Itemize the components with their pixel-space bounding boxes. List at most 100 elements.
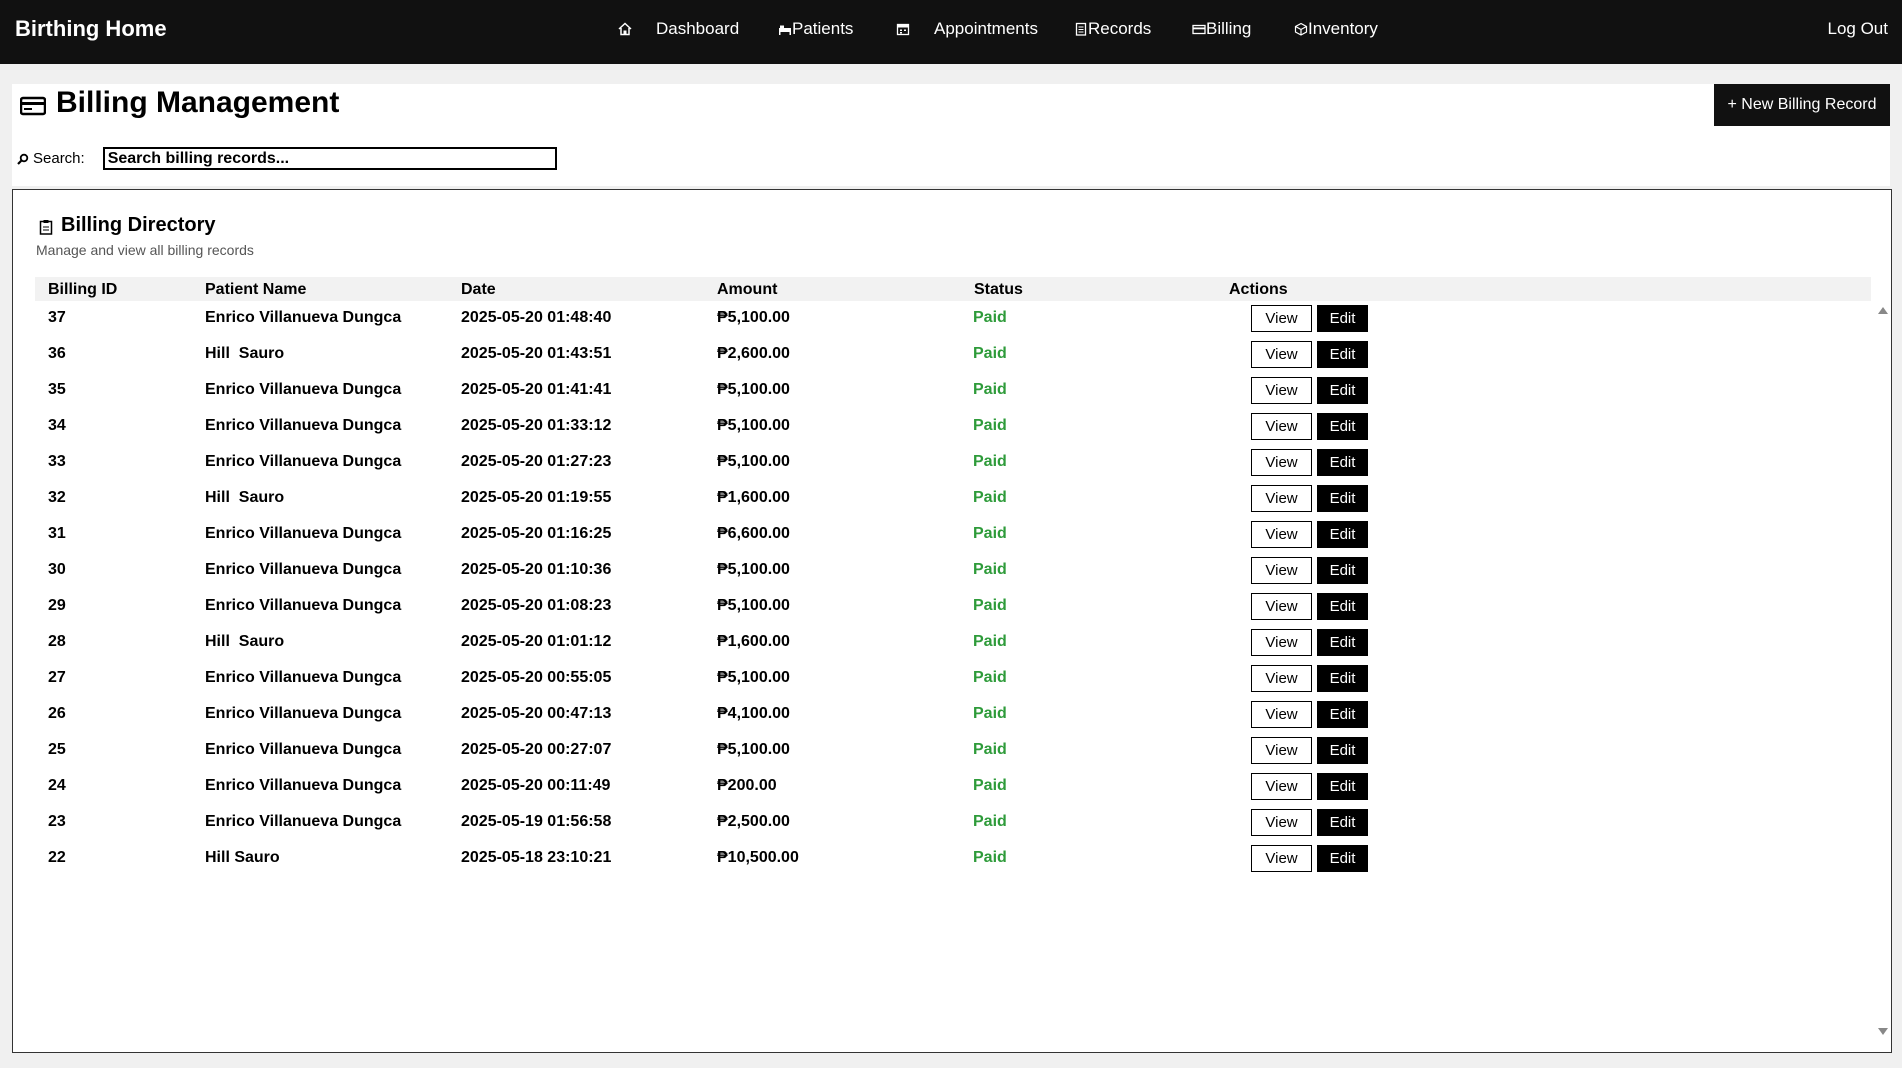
cell-amount: ₱5,100.00 [717, 561, 790, 578]
bed-icon [779, 25, 791, 35]
cell-patient-name: Hill Sauro [205, 489, 285, 506]
table-row: 26 Enrico Villanueva Dungca 2025-05-20 00:… [35, 697, 1871, 733]
nav-records[interactable]: Records [1074, 19, 1151, 39]
billing-directory-card: Billing Directory Manage and view all bi… [12, 189, 1892, 1053]
cell-patient-name: Enrico Villanueva Dungca [205, 669, 402, 686]
edit-button[interactable]: Edit [1317, 305, 1368, 332]
cell-amount: ₱2,600.00 [717, 345, 790, 362]
edit-button[interactable]: Edit [1317, 809, 1368, 836]
scroll-down-arrow-icon[interactable] [1878, 1028, 1888, 1035]
cell-patient-name: Enrico Villanueva Dungca [205, 705, 402, 722]
box-icon [1294, 22, 1308, 36]
table-row: 24 Enrico Villanueva Dungca 2025-05-20 00:… [35, 769, 1871, 805]
nav-label: Appointments [934, 19, 1038, 38]
cell-date: 2025-05-20 01:43:51 [461, 345, 612, 362]
cell-amount: ₱5,100.00 [717, 741, 790, 758]
cell-patient-name: Enrico Villanueva Dungca [205, 453, 402, 470]
scroll-up-arrow-icon[interactable] [1878, 307, 1888, 314]
edit-button[interactable]: Edit [1317, 845, 1368, 872]
logout-link[interactable]: Log Out [1828, 19, 1889, 39]
cell-billing-id: 28 [48, 633, 66, 650]
header-patient-name[interactable]: Patient Name [205, 281, 306, 299]
cell-patient-name: Enrico Villanueva Dungca [205, 561, 402, 578]
view-button[interactable]: View [1251, 845, 1312, 872]
view-button[interactable]: View [1251, 809, 1312, 836]
nav-patients[interactable]: Patients [778, 19, 853, 39]
status-badge: Paid [973, 597, 1007, 614]
header-date[interactable]: Date [461, 281, 496, 299]
cell-billing-id: 31 [48, 525, 66, 542]
nav-appointments[interactable]: Appointments [896, 19, 1038, 39]
table-row: 30 Enrico Villanueva Dungca 2025-05-20 01:… [35, 553, 1871, 589]
cell-date: 2025-05-20 00:11:49 [461, 777, 611, 794]
edit-button[interactable]: Edit [1317, 377, 1368, 404]
status-badge: Paid [973, 453, 1007, 470]
edit-button[interactable]: Edit [1317, 557, 1368, 584]
search-input[interactable] [102, 147, 557, 170]
cell-date: 2025-05-20 01:01:12 [461, 633, 612, 650]
cell-date: 2025-05-20 00:55:05 [461, 669, 612, 686]
edit-button[interactable]: Edit [1317, 737, 1368, 764]
table-row: 31 Enrico Villanueva Dungca 2025-05-20 01:… [35, 517, 1871, 553]
edit-button[interactable]: Edit [1317, 521, 1368, 548]
header-amount[interactable]: Amount [717, 281, 777, 299]
cell-amount: ₱5,100.00 [717, 597, 790, 614]
cell-patient-name: Enrico Villanueva Dungca [205, 777, 402, 794]
brand-title[interactable]: Birthing Home [15, 16, 167, 42]
cell-patient-name: Enrico Villanueva Dungca [205, 525, 402, 542]
nav-billing[interactable]: Billing [1192, 19, 1251, 39]
cell-patient-name: Enrico Villanueva Dungca [205, 741, 402, 758]
view-button[interactable]: View [1251, 629, 1312, 656]
edit-button[interactable]: Edit [1317, 485, 1368, 512]
cell-billing-id: 23 [48, 813, 66, 830]
cell-date: 2025-05-19 01:56:58 [461, 813, 612, 830]
edit-button[interactable]: Edit [1317, 629, 1368, 656]
cell-patient-name: Enrico Villanueva Dungca [205, 597, 402, 614]
table-row: 33 Enrico Villanueva Dungca 2025-05-20 01:… [35, 445, 1871, 481]
table-scrollbar[interactable] [1875, 301, 1891, 1041]
header-billing-id[interactable]: Billing ID [48, 281, 117, 299]
cell-date: 2025-05-20 01:48:40 [461, 309, 612, 326]
view-button[interactable]: View [1251, 593, 1312, 620]
nav-dashboard[interactable]: Dashboard [618, 19, 739, 39]
view-button[interactable]: View [1251, 341, 1312, 368]
edit-button[interactable]: Edit [1317, 413, 1368, 440]
header-status[interactable]: Status [974, 281, 1023, 299]
cell-billing-id: 36 [48, 345, 66, 362]
view-button[interactable]: View [1251, 305, 1312, 332]
view-button[interactable]: View [1251, 413, 1312, 440]
view-button[interactable]: View [1251, 665, 1312, 692]
cell-date: 2025-05-20 01:41:41 [461, 381, 612, 398]
view-button[interactable]: View [1251, 521, 1312, 548]
view-button[interactable]: View [1251, 485, 1312, 512]
cell-amount: ₱4,100.00 [717, 705, 790, 722]
nav-label: Billing [1206, 19, 1252, 38]
edit-button[interactable]: Edit [1317, 701, 1368, 728]
view-button[interactable]: View [1251, 557, 1312, 584]
table-row: 37 Enrico Villanueva Dungca 2025-05-20 01:… [35, 301, 1871, 337]
view-button[interactable]: View [1251, 449, 1312, 476]
page-title-text: Billing Management [56, 86, 340, 119]
cell-billing-id: 34 [48, 417, 66, 434]
table-row: 32 Hill Sauro 2025-05-20 01:19:55 ₱1,600.00… [35, 481, 1871, 517]
status-badge: Paid [973, 777, 1007, 794]
view-button[interactable]: View [1251, 377, 1312, 404]
view-button[interactable]: View [1251, 701, 1312, 728]
nav-inventory[interactable]: Inventory [1294, 19, 1378, 39]
edit-button[interactable]: Edit [1317, 449, 1368, 476]
card-subtitle: Manage and view all billing records [36, 242, 254, 258]
edit-button[interactable]: Edit [1317, 773, 1368, 800]
edit-button[interactable]: Edit [1317, 341, 1368, 368]
header-actions: Actions [1229, 281, 1288, 298]
nav-label: Patients [792, 19, 854, 38]
cell-amount: ₱5,100.00 [717, 309, 790, 326]
view-button[interactable]: View [1251, 737, 1312, 764]
cell-date: 2025-05-20 00:47:13 [461, 705, 612, 722]
cell-amount: ₱5,100.00 [717, 453, 790, 470]
new-billing-record-button[interactable]: + New Billing Record [1714, 84, 1890, 126]
view-button[interactable]: View [1251, 773, 1312, 800]
status-badge: Paid [973, 417, 1007, 434]
card-title: Billing Directory [39, 214, 215, 237]
edit-button[interactable]: Edit [1317, 593, 1368, 620]
edit-button[interactable]: Edit [1317, 665, 1368, 692]
